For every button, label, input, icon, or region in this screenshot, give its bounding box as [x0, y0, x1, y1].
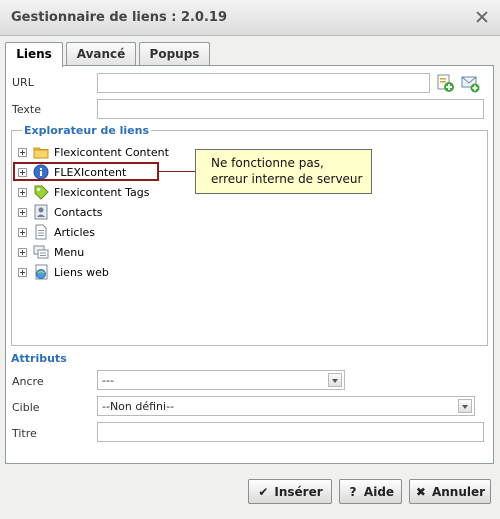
- chevron-down-icon[interactable]: [328, 373, 342, 387]
- tab-popups[interactable]: Popups: [139, 42, 210, 66]
- tag-icon: [33, 184, 49, 200]
- cible-select[interactable]: --Non défini--: [97, 396, 475, 416]
- expand-icon[interactable]: [18, 267, 27, 277]
- article-icon: [33, 224, 49, 240]
- expand-icon[interactable]: [18, 227, 27, 237]
- tree-item-label: Menu: [54, 245, 85, 259]
- highlight-box: [13, 162, 159, 181]
- cancel-button[interactable]: ✖ Annuler: [409, 479, 491, 504]
- expand-icon[interactable]: [18, 247, 27, 257]
- tab-liens[interactable]: Liens: [5, 42, 63, 67]
- annotation-line-2: erreur interne de serveur: [211, 172, 363, 186]
- texte-input[interactable]: [97, 99, 484, 119]
- close-icon[interactable]: [474, 9, 490, 25]
- menu-icon: [33, 244, 49, 260]
- insert-button-label: Insérer: [274, 484, 323, 499]
- expand-icon[interactable]: [18, 147, 27, 157]
- help-icon: ?: [349, 484, 357, 499]
- cible-value: --Non défini--: [102, 400, 175, 413]
- window-title: Gestionnaire de liens : 2.0.19: [11, 10, 227, 25]
- link-browser-legend: Explorateur de liens: [22, 124, 152, 137]
- tree-item-label: Articles: [54, 225, 96, 239]
- cible-label: Cible: [12, 401, 40, 414]
- ancre-value: ---: [102, 374, 114, 387]
- tree-item-flexicontent-content[interactable]: Flexicontent Content: [18, 143, 169, 161]
- contacts-icon: [33, 204, 49, 220]
- tab-avance[interactable]: Avancé: [66, 42, 136, 66]
- url-input[interactable]: [97, 73, 430, 93]
- tree-item-contacts[interactable]: Contacts: [18, 203, 103, 221]
- cancel-button-label: Annuler: [431, 484, 486, 499]
- chevron-down-icon[interactable]: [458, 399, 472, 413]
- titre-input[interactable]: [97, 422, 484, 442]
- tree-item-label: Flexicontent Tags: [54, 185, 150, 199]
- texte-label: Texte: [12, 103, 42, 116]
- folder-icon: [33, 144, 49, 160]
- insert-button[interactable]: ✔ Insérer: [248, 479, 332, 504]
- browse-file-icon[interactable]: [435, 73, 455, 93]
- title-bar: Gestionnaire de liens : 2.0.19: [0, 0, 500, 36]
- close-icon: ✖: [415, 484, 426, 499]
- expand-icon[interactable]: [18, 187, 27, 197]
- ancre-label: Ancre: [12, 375, 44, 388]
- tree-item-menu[interactable]: Menu: [18, 243, 84, 261]
- annotation-connector: [159, 171, 196, 172]
- url-label: URL: [12, 76, 34, 89]
- tree-item-flexicontent-tags[interactable]: Flexicontent Tags: [18, 183, 150, 201]
- ancre-select[interactable]: ---: [97, 370, 345, 390]
- tree-item-label: Flexicontent Content: [54, 145, 169, 159]
- help-button-label: Aide: [363, 484, 395, 499]
- attributes-heading: Attributs: [11, 352, 67, 365]
- tree-item-liens-web[interactable]: Liens web: [18, 263, 109, 281]
- globe-icon: [33, 264, 49, 280]
- annotation-note: Ne fonctionne pas, erreur interne de ser…: [195, 149, 372, 194]
- tree-item-articles[interactable]: Articles: [18, 223, 95, 241]
- titre-label: Titre: [12, 427, 37, 440]
- check-icon: ✔: [258, 484, 269, 499]
- tree-item-label: Contacts: [54, 205, 103, 219]
- tree-item-label: Liens web: [54, 265, 109, 279]
- help-button[interactable]: ? Aide: [339, 479, 402, 504]
- expand-icon[interactable]: [18, 207, 27, 217]
- email-link-icon[interactable]: [460, 73, 480, 93]
- annotation-line-1: Ne fonctionne pas,: [211, 156, 324, 170]
